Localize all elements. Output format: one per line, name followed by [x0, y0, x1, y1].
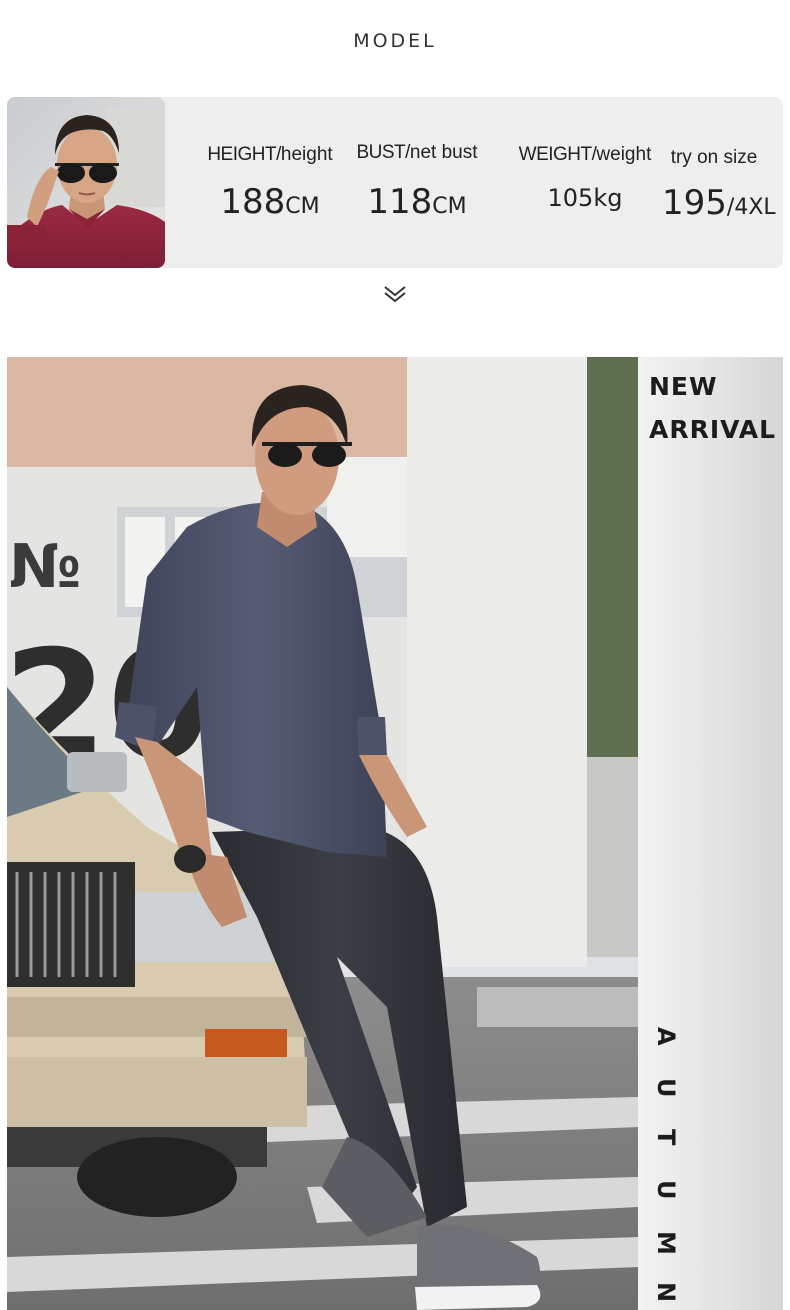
- svg-text:№: №: [9, 532, 81, 602]
- stat-weight-label: WEIGHT/weight: [518, 144, 652, 165]
- stat-weight: WEIGHT/weight 105kg: [510, 144, 660, 212]
- season-letter: N: [652, 1282, 680, 1303]
- new-arrival-heading: NEW ARRIVAL: [649, 372, 777, 444]
- season-letter: M: [652, 1231, 680, 1255]
- season-letter: A: [652, 1027, 680, 1046]
- hero-banner: № 20 NEW ARRIVAL A U T U M N: [7, 357, 783, 1310]
- stat-bust-value: 118CM: [367, 182, 467, 222]
- season-letter: T: [652, 1129, 680, 1146]
- stat-bust: BUST/net bust 118CM: [347, 142, 487, 222]
- stat-size: try on size 195/4XL: [662, 147, 776, 223]
- double-chevron-down-icon[interactable]: [383, 284, 407, 304]
- stat-height-label: HEIGHT/height: [207, 144, 333, 165]
- model-info-card: HEIGHT/height 188CM BUST/net bust 118CM …: [7, 97, 783, 268]
- stat-size-label: try on size: [670, 147, 758, 168]
- stat-weight-value: 105kg: [547, 184, 623, 212]
- stat-bust-label: BUST/net bust: [356, 142, 478, 163]
- stat-height: HEIGHT/height 188CM: [200, 144, 340, 222]
- model-leaning-on-car-photo: № 20: [7, 357, 638, 1310]
- new-arrival-panel: NEW ARRIVAL A U T U M N: [638, 357, 783, 1310]
- stat-size-value: 195/4XL: [662, 183, 776, 223]
- season-letter: U: [652, 1078, 680, 1098]
- product-detail-page: MODEL HEIGHT/height 188CM BUST/net bust …: [0, 0, 790, 1310]
- season-letter: U: [652, 1180, 680, 1200]
- stat-height-value: 188CM: [220, 182, 320, 222]
- season-vertical-text: A U T U M N: [652, 1027, 684, 1310]
- model-portrait-photo: [7, 97, 165, 268]
- section-title: MODEL: [353, 30, 437, 52]
